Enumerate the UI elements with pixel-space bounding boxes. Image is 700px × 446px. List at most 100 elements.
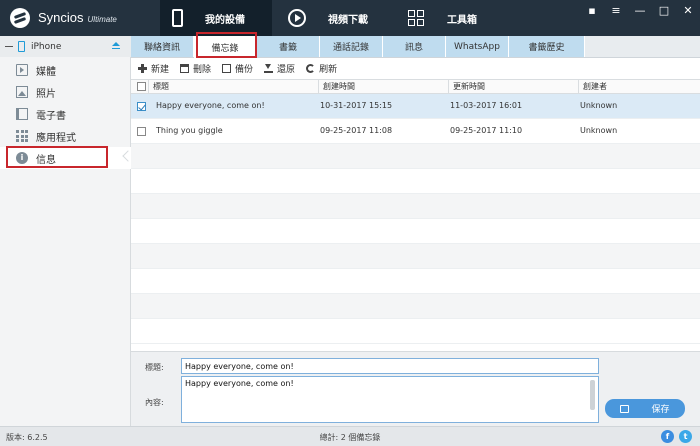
empty-row bbox=[131, 219, 700, 244]
empty-row bbox=[131, 194, 700, 219]
empty-row bbox=[131, 244, 700, 269]
feedback-icon[interactable]: ▪ bbox=[586, 4, 598, 17]
backup-button[interactable]: 備份 bbox=[222, 62, 253, 75]
nav-tab-toolbox[interactable]: 工具箱 bbox=[398, 0, 510, 36]
column-header-title[interactable]: 標題 bbox=[148, 80, 318, 94]
empty-row bbox=[131, 319, 700, 344]
nav-tab-video-download[interactable]: 視頻下載 bbox=[276, 0, 388, 36]
column-header-updated[interactable]: 更新時間 bbox=[448, 80, 578, 94]
play-icon bbox=[288, 9, 306, 27]
tab-contacts[interactable]: 聯絡資訊 bbox=[131, 36, 194, 57]
nav-tab-label: 視頻下載 bbox=[328, 14, 368, 26]
tab-call-log[interactable]: 通話記錄 bbox=[320, 36, 383, 57]
tab-bookmark-history[interactable]: 書籤歷史 bbox=[509, 36, 585, 57]
toolbar: 新建 刪除 備份 還原 刷新 bbox=[131, 58, 700, 79]
cell-updated: 09-25-2017 11:10 bbox=[450, 126, 523, 135]
info-icon: i bbox=[16, 152, 28, 164]
menu-icon[interactable]: ≡ bbox=[610, 4, 622, 17]
maximize-icon[interactable]: □ bbox=[658, 4, 670, 17]
cell-title: Happy everyone, come on! bbox=[156, 101, 265, 110]
nav-tab-label: 工具箱 bbox=[447, 14, 477, 26]
device-header[interactable]: iPhone bbox=[0, 36, 131, 57]
device-phone-icon bbox=[18, 41, 25, 52]
restore-label: 還原 bbox=[277, 65, 296, 75]
app-edition: Ultimate bbox=[87, 15, 117, 24]
select-all-checkbox[interactable] bbox=[137, 82, 146, 91]
phone-icon bbox=[172, 9, 183, 27]
sidebar: iPhone 媒體 照片 電子書 應用程式 i 信息 bbox=[0, 36, 134, 426]
sidebar-item-photos[interactable]: 照片 bbox=[0, 81, 131, 103]
tab-notes[interactable]: 備忘錄 bbox=[194, 36, 257, 58]
window-controls: ▪ ≡ — □ ✕ bbox=[586, 4, 694, 17]
sidebar-item-label: 信息 bbox=[36, 154, 56, 166]
row-checkbox[interactable] bbox=[137, 102, 146, 111]
note-editor-panel: 標題: 內容: Happy everyone, come on! 保存 bbox=[131, 351, 700, 426]
new-button[interactable]: 新建 bbox=[138, 62, 169, 75]
minimize-icon[interactable]: — bbox=[634, 4, 646, 17]
content-scrollbar[interactable] bbox=[590, 380, 595, 410]
toolbox-icon bbox=[408, 9, 425, 27]
empty-row bbox=[131, 169, 700, 194]
content-textarea[interactable]: Happy everyone, come on! bbox=[181, 376, 599, 423]
empty-row bbox=[131, 144, 700, 169]
plus-icon bbox=[138, 64, 147, 73]
tab-label: 書籤 bbox=[278, 43, 297, 53]
empty-row bbox=[131, 294, 700, 319]
media-icon bbox=[16, 64, 28, 76]
close-icon[interactable]: ✕ bbox=[682, 4, 694, 17]
restore-icon bbox=[264, 64, 274, 73]
save-icon bbox=[620, 404, 630, 413]
table-row[interactable]: Thing you giggle 09-25-2017 11:08 09-25-… bbox=[131, 119, 700, 144]
cell-title: Thing you giggle bbox=[156, 126, 223, 135]
sidebar-item-label: 照片 bbox=[36, 88, 56, 100]
delete-button[interactable]: 刪除 bbox=[180, 62, 211, 75]
title-input[interactable] bbox=[181, 358, 599, 374]
sidebar-item-label: 電子書 bbox=[36, 110, 66, 122]
syncios-logo-icon bbox=[10, 8, 30, 28]
photo-icon bbox=[16, 86, 28, 98]
restore-button[interactable]: 還原 bbox=[264, 62, 295, 75]
tab-whatsapp[interactable]: WhatsApp bbox=[446, 36, 509, 57]
column-header-created[interactable]: 創建時間 bbox=[318, 80, 448, 94]
delete-label: 刪除 bbox=[193, 65, 212, 75]
row-checkbox[interactable] bbox=[137, 127, 146, 136]
sidebar-item-apps[interactable]: 應用程式 bbox=[0, 125, 131, 147]
content-text: Happy everyone, come on! bbox=[185, 379, 294, 388]
tab-label: WhatsApp bbox=[454, 41, 500, 52]
ebook-icon bbox=[16, 108, 28, 120]
app-name-text: Syncios bbox=[38, 10, 84, 25]
save-button[interactable]: 保存 bbox=[605, 399, 685, 418]
refresh-label: 刷新 bbox=[319, 65, 338, 75]
nav-tab-my-device[interactable]: 我的設備 bbox=[160, 0, 272, 36]
sidebar-item-info[interactable]: i 信息 bbox=[0, 147, 131, 169]
twitter-icon[interactable]: t bbox=[679, 430, 692, 443]
notes-table: 標題 創建時間 更新時間 創建者 Happy everyone, come on… bbox=[131, 79, 700, 351]
apps-icon bbox=[16, 130, 28, 142]
refresh-icon bbox=[306, 64, 316, 73]
cell-created: 10-31-2017 15:15 bbox=[320, 101, 393, 110]
device-name: iPhone bbox=[31, 41, 62, 52]
cell-creator: Unknown bbox=[580, 126, 618, 135]
eject-icon[interactable] bbox=[112, 42, 120, 50]
tab-label: 書籤歷史 bbox=[528, 43, 565, 53]
sidebar-item-label: 媒體 bbox=[36, 66, 56, 78]
cell-updated: 11-03-2017 16:01 bbox=[450, 101, 523, 110]
save-label: 保存 bbox=[651, 405, 670, 415]
tab-label: 備忘錄 bbox=[211, 43, 239, 54]
refresh-button[interactable]: 刷新 bbox=[306, 62, 337, 75]
cell-creator: Unknown bbox=[580, 101, 618, 110]
tab-label: 通話記錄 bbox=[332, 43, 369, 53]
sidebar-item-media[interactable]: 媒體 bbox=[0, 59, 131, 81]
content-tabs: 聯絡資訊 備忘錄 書籤 通話記錄 訊息 WhatsApp 書籤歷史 bbox=[131, 36, 700, 58]
tab-messages[interactable]: 訊息 bbox=[383, 36, 446, 57]
tab-label: 訊息 bbox=[404, 43, 423, 53]
collapse-icon[interactable] bbox=[5, 46, 13, 47]
status-bar: 版本: 6.2.5 總計: 2 個備忘錄 f t bbox=[0, 426, 700, 446]
content-label: 內容: bbox=[145, 398, 164, 407]
sidebar-item-ebooks[interactable]: 電子書 bbox=[0, 103, 131, 125]
table-row[interactable]: Happy everyone, come on! 10-31-2017 15:1… bbox=[131, 94, 700, 119]
new-label: 新建 bbox=[151, 65, 170, 75]
column-header-creator[interactable]: 創建者 bbox=[578, 80, 700, 94]
facebook-icon[interactable]: f bbox=[661, 430, 674, 443]
tab-bookmarks[interactable]: 書籤 bbox=[257, 36, 320, 57]
